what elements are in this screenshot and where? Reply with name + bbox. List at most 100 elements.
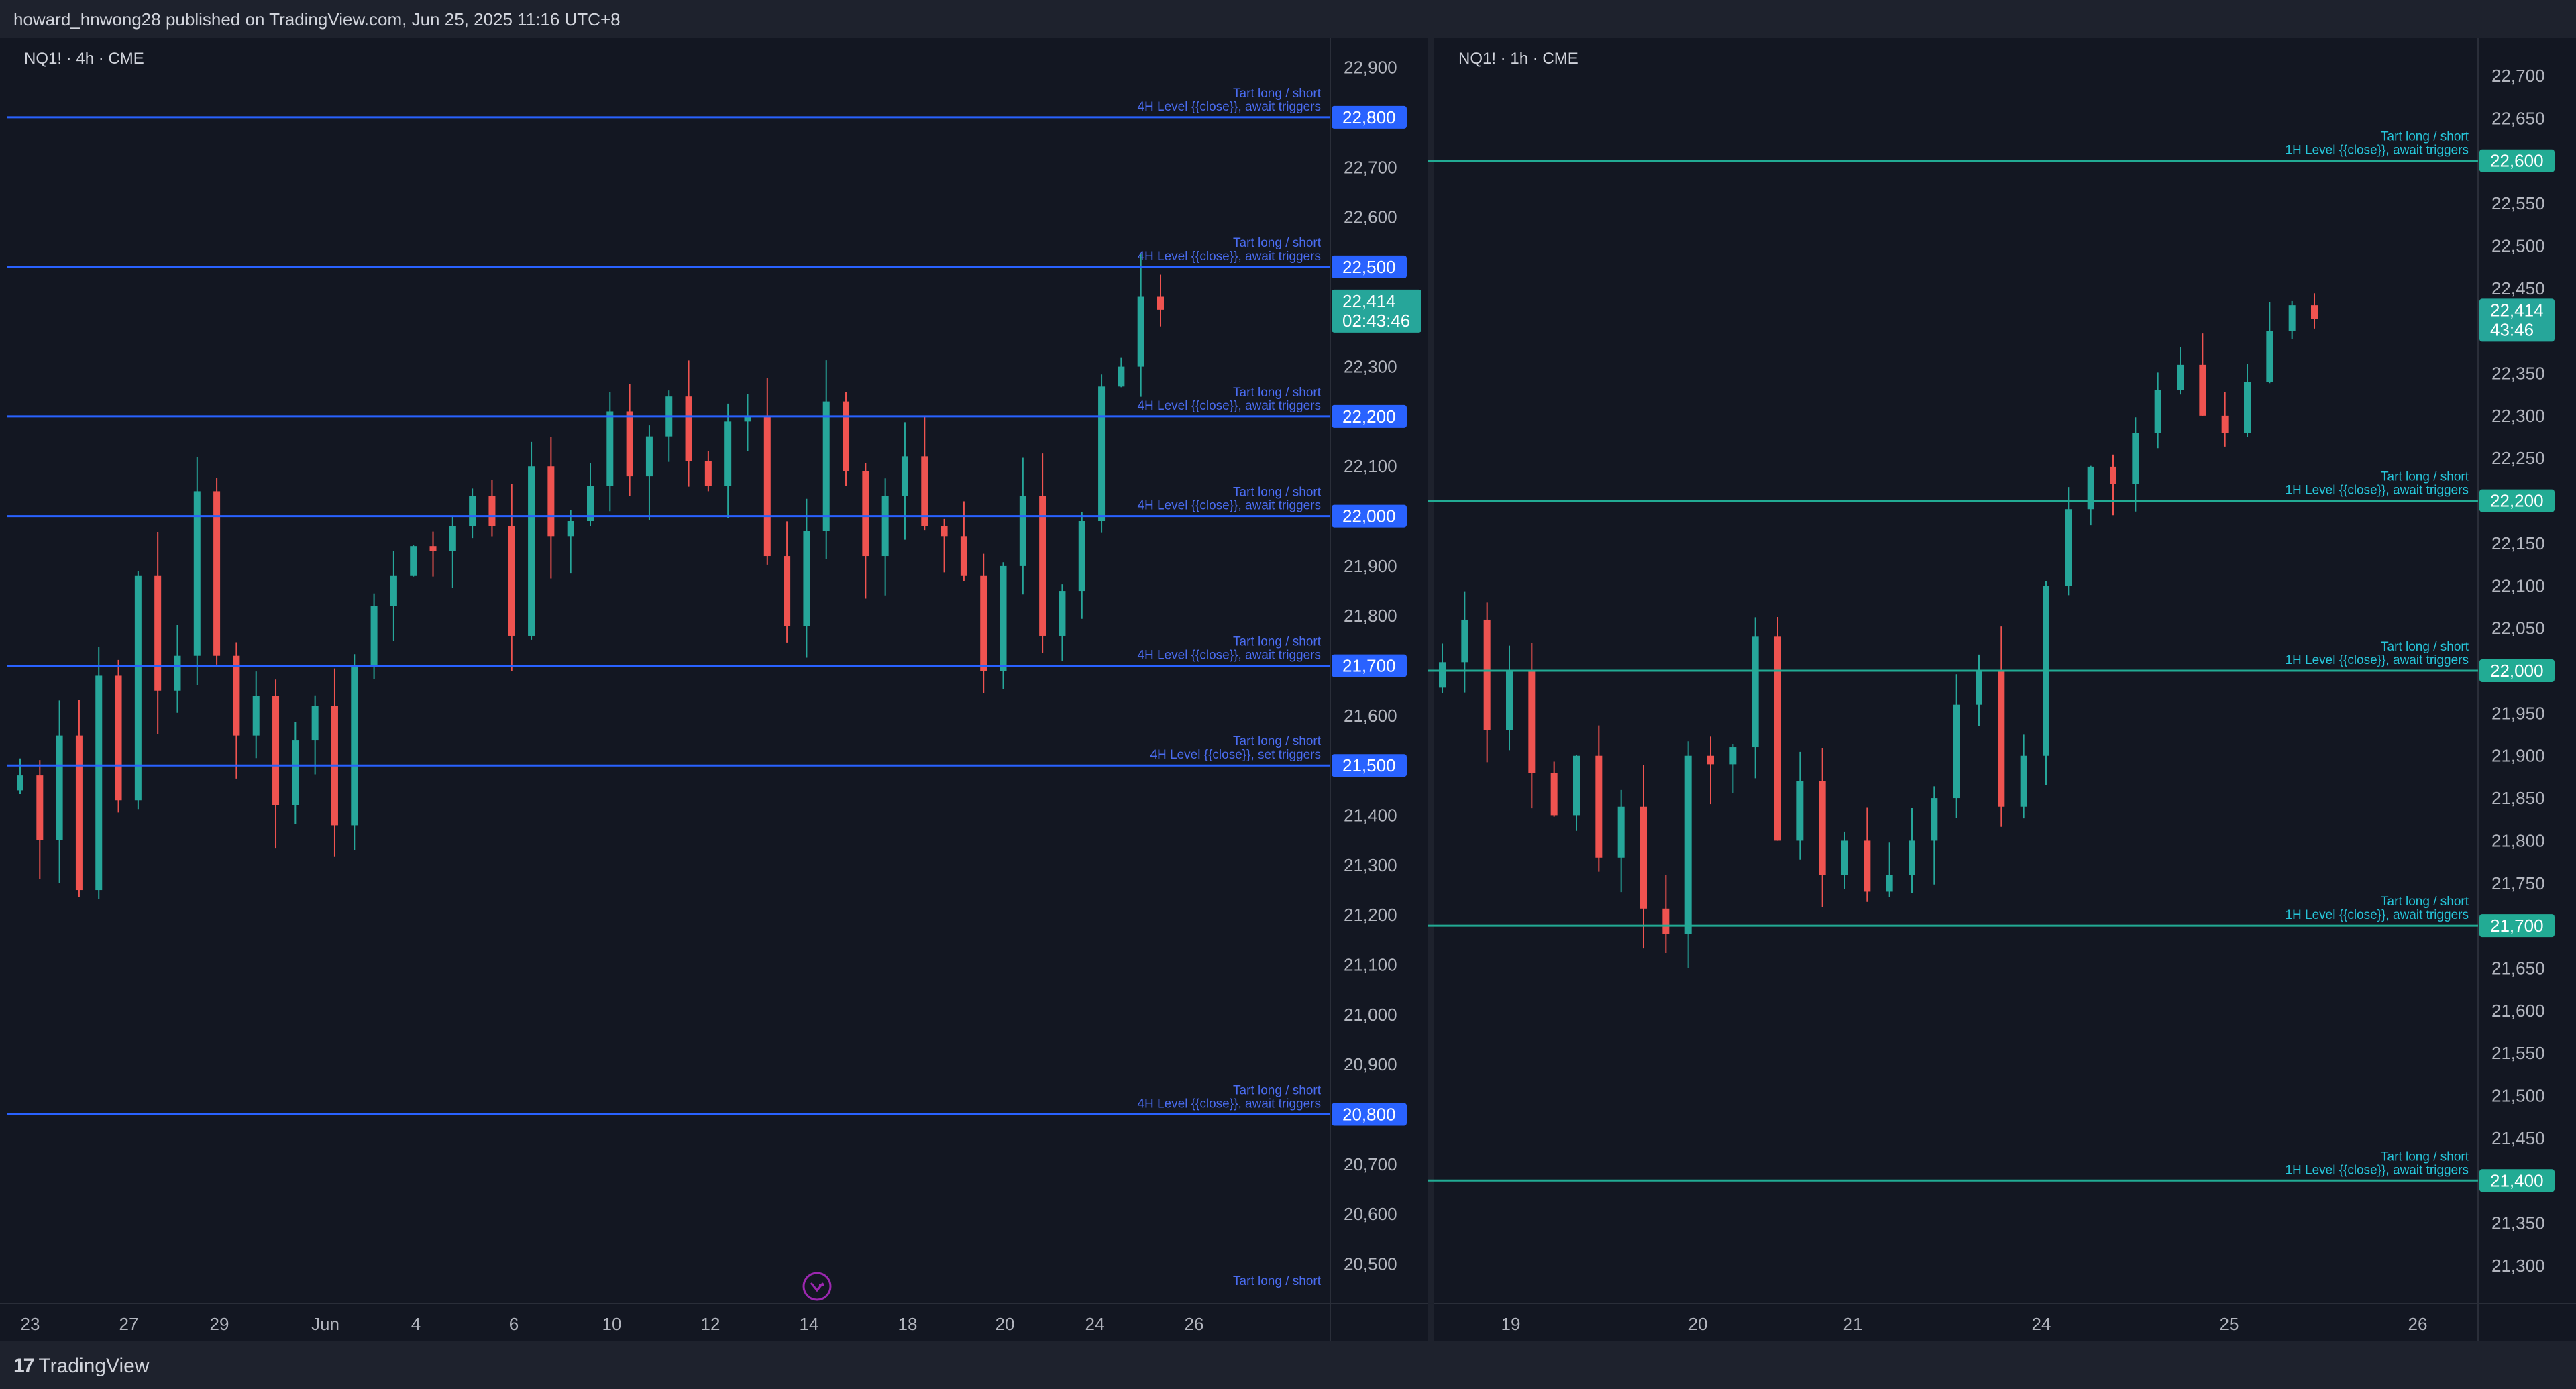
candle-body — [174, 655, 181, 691]
candle-body — [1752, 636, 1759, 748]
chart-4h-panel[interactable]: 20,500 20,600 20,700 20,800 20,900 21,000 21,1… — [0, 38, 1464, 1341]
price-tick-label: 21,950 — [2491, 703, 2545, 723]
candle-body — [763, 416, 771, 557]
candle-body — [822, 401, 830, 531]
price-tick-label: 20,500 — [1344, 1254, 1397, 1274]
candle-body — [2288, 305, 2296, 331]
candle-body — [115, 675, 122, 801]
level-price-tag-label: 22,000 — [1342, 506, 1396, 526]
pane-divider[interactable] — [1428, 38, 1434, 1341]
chart-4h-canvas[interactable]: 20,500 20,600 20,700 20,800 20,900 21,000 21,1… — [0, 38, 1464, 1341]
price-tick-label: 22,450 — [2491, 278, 2545, 298]
candle-body — [1098, 386, 1106, 522]
price-tick-label: 21,550 — [2491, 1043, 2545, 1063]
level-price-tag-label: 21,700 — [2490, 915, 2544, 936]
price-tick-label: 22,550 — [2491, 193, 2545, 213]
candle-body — [528, 466, 535, 636]
level-note-detail: 1H Level {{close}}, await triggers — [2285, 1163, 2469, 1177]
price-tick-label: 21,800 — [2491, 830, 2545, 850]
time-tick-label: 19 — [1501, 1314, 1521, 1334]
candle-body — [1707, 755, 1714, 765]
level-price-tag-label: 21,700 — [1342, 656, 1396, 676]
level-note-detail: 4H Level {{close}}, await triggers — [1137, 1097, 1321, 1111]
time-tick-label: 26 — [2408, 1314, 2428, 1334]
level-note-detail: 4H Level {{close}}, await triggers — [1137, 499, 1321, 513]
time-tick-label: 27 — [119, 1314, 139, 1334]
candle-body — [1506, 671, 1513, 730]
price-tick-label: 22,650 — [2491, 108, 2545, 128]
time-tick-label: 26 — [1185, 1314, 1204, 1334]
time-tick-label: 6 — [509, 1314, 519, 1334]
candle-body — [1976, 671, 1982, 705]
candle-body — [449, 526, 456, 551]
price-tick-label: 21,650 — [2491, 958, 2545, 978]
chart-1h-panel[interactable]: 21,300 21,350 21,400 21,450 21,500 21,550 21,6… — [1428, 38, 2576, 1341]
candle-body — [1157, 296, 1164, 310]
publish-info: howard_hnwong28 published on TradingView… — [13, 9, 621, 30]
level-note-detail: 4H Level {{close}}, await triggers — [1137, 249, 1321, 264]
level-price-tag-label: 22,200 — [1342, 406, 1396, 427]
candle-body — [1640, 806, 1647, 909]
price-tick-label: 21,000 — [1344, 1005, 1397, 1025]
candle-body — [645, 436, 653, 477]
candle-body — [1774, 636, 1781, 841]
level-price-tag-label: 22,500 — [1342, 257, 1396, 277]
candle-body — [1684, 755, 1692, 934]
candle-body — [488, 496, 496, 526]
time-tick-label: 23 — [21, 1314, 40, 1334]
candle-body — [1461, 619, 1468, 663]
candle-body — [508, 526, 515, 636]
tradingview-brand[interactable]: 17 TradingView — [13, 1355, 149, 1378]
candle-body — [233, 655, 240, 736]
candle-body — [2020, 755, 2027, 807]
candle-body — [154, 575, 162, 691]
level-note-title: Tart long / short — [2381, 130, 2469, 144]
level-price-tag-label: 22,800 — [1342, 107, 1396, 127]
candle-body — [1439, 662, 1446, 688]
level-note-title: Tart long / short — [2381, 1150, 2469, 1164]
candle-body — [134, 575, 142, 801]
price-tick-label: 22,900 — [1344, 58, 1397, 78]
time-tick-label: 25 — [2220, 1314, 2239, 1334]
candle-body — [1528, 671, 1536, 773]
candle-body — [881, 496, 889, 557]
price-tick-label: 22,100 — [1344, 456, 1397, 476]
candle-body — [1019, 496, 1026, 566]
candle-body — [36, 775, 44, 840]
time-tick-label: 14 — [800, 1314, 819, 1334]
level-note-title: Tart long / short — [1233, 386, 1322, 400]
candle-body — [429, 546, 437, 551]
level-note-title: Tart long / short — [1233, 236, 1322, 250]
level-note-title: Tart long / short — [1233, 1084, 1322, 1098]
level-note-title: Tart long / short — [1233, 635, 1322, 649]
time-tick-label: 29 — [210, 1314, 229, 1334]
level-price-tag-label: 20,800 — [1342, 1105, 1396, 1125]
price-tick-label: 22,300 — [2491, 406, 2545, 426]
level-note-detail: 4H Level {{close}}, set triggers — [1150, 748, 1321, 762]
candle-body — [351, 665, 358, 826]
candle-body — [2199, 364, 2206, 416]
chart-1h-canvas[interactable]: 21,300 21,350 21,400 21,450 21,500 21,550 21,6… — [1428, 38, 2576, 1341]
candle-body — [1662, 908, 1670, 934]
candle-body — [1729, 747, 1737, 765]
candle-body — [724, 421, 732, 486]
price-tick-label: 21,100 — [1344, 955, 1397, 975]
candle-body — [370, 606, 378, 666]
candle-body — [980, 575, 987, 671]
price-tick-label: 21,600 — [1344, 706, 1397, 726]
time-tick-label: 10 — [602, 1314, 622, 1334]
level-price-tag-label: 21,500 — [1342, 755, 1396, 775]
candle-body — [1796, 781, 1804, 841]
price-tick-label: 21,900 — [1344, 556, 1397, 576]
time-tick-label: 21 — [1843, 1314, 1863, 1334]
candle-body — [272, 696, 280, 805]
price-tick-label: 21,450 — [2491, 1128, 2545, 1148]
publish-header: howard_hnwong28 published on TradingView… — [0, 0, 2576, 38]
candle-body — [704, 461, 712, 486]
price-tick-label: 21,200 — [1344, 905, 1397, 925]
candle-body — [2110, 466, 2116, 484]
candle-body — [626, 411, 633, 477]
level-price-tag-label: 22,600 — [2490, 151, 2544, 171]
price-tick-label: 21,300 — [1344, 855, 1397, 875]
candle-body — [547, 466, 555, 537]
